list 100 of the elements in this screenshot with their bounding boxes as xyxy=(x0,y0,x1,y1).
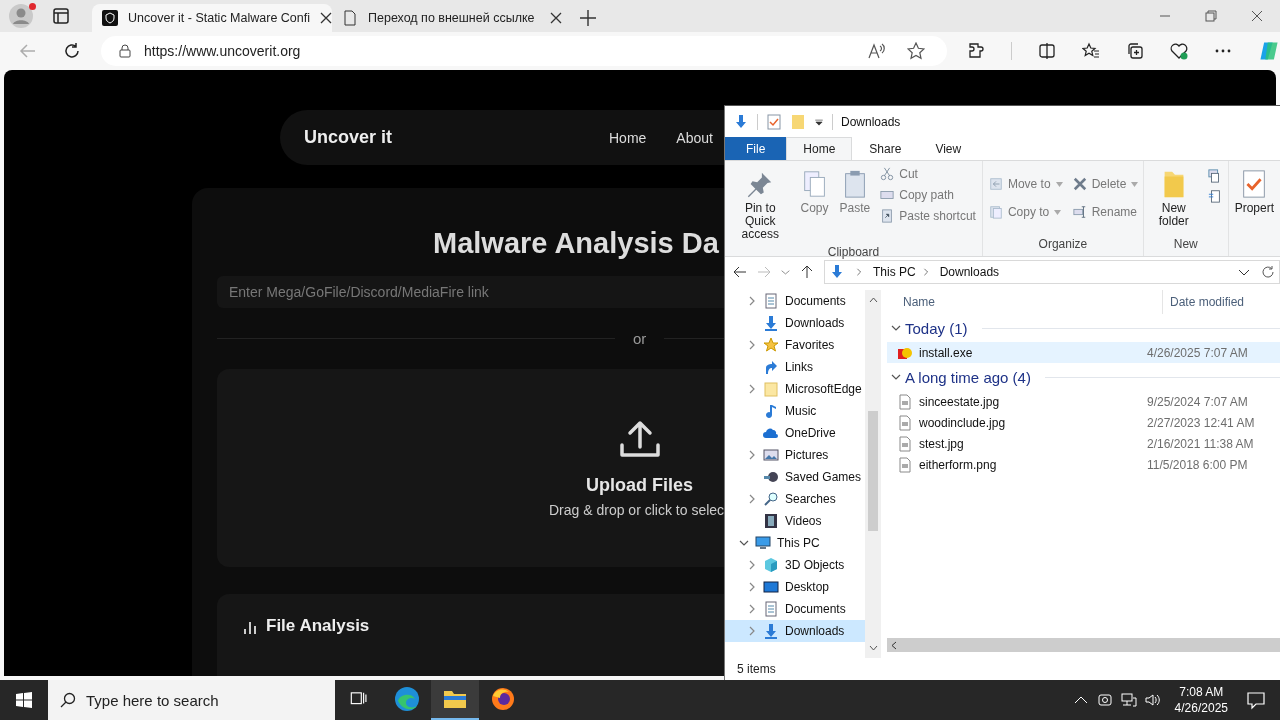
scrollbar-thumb[interactable] xyxy=(868,411,878,531)
close-icon[interactable] xyxy=(320,12,332,24)
collapse-chevron-icon[interactable] xyxy=(747,384,757,394)
music-note-icon xyxy=(763,403,779,419)
column-header[interactable]: Date modified xyxy=(1162,290,1245,314)
nav-tree-item[interactable]: MicrosoftEdge xyxy=(725,378,865,400)
file-name: install.exe xyxy=(919,345,973,360)
monitor-icon xyxy=(755,535,771,551)
scroll-down-icon[interactable] xyxy=(868,643,878,652)
scroll-up-icon[interactable] xyxy=(868,296,878,305)
profile-avatar[interactable] xyxy=(8,3,34,29)
network-icon[interactable] xyxy=(1120,692,1137,708)
nav-tree-item[interactable]: This PC xyxy=(725,532,865,554)
address-field[interactable]: This PC Downloads xyxy=(824,260,1280,284)
clock[interactable]: 7:08 AM 4/26/2025 xyxy=(1174,684,1228,716)
browser-tab[interactable]: Переход по внешней ссылке xyxy=(332,4,572,32)
file-row[interactable]: woodinclude.jpg 2/27/2023 12:41 AM xyxy=(887,412,1280,433)
firefox-icon xyxy=(490,686,516,712)
collapse-chevron-icon[interactable] xyxy=(747,626,757,636)
nav-link[interactable]: Home xyxy=(609,129,647,146)
ribbon-tab[interactable]: View xyxy=(918,137,979,160)
nav-tree-item[interactable]: Documents xyxy=(725,290,865,312)
health-heart-icon[interactable] xyxy=(1170,42,1188,60)
file-row[interactable]: eitherform.png 11/5/2018 6:00 PM xyxy=(887,454,1280,475)
ribbon-tab[interactable]: Share xyxy=(852,137,919,160)
breadcrumb-item[interactable]: Downloads xyxy=(939,265,1000,279)
collapse-chevron-icon[interactable] xyxy=(747,560,757,570)
collapse-chevron-icon[interactable] xyxy=(747,604,757,614)
file-row[interactable]: install.exe 4/26/2025 7:07 AM xyxy=(887,342,1280,363)
browser-tab[interactable]: Uncover it - Static Malware Confi xyxy=(92,4,332,32)
read-aloud-icon[interactable] xyxy=(867,42,885,60)
collections-icon[interactable] xyxy=(1126,42,1144,60)
notifications-icon[interactable] xyxy=(1246,690,1266,710)
close-icon[interactable] xyxy=(1251,10,1263,22)
camera-icon[interactable] xyxy=(1096,692,1113,708)
nav-tree-item[interactable]: Pictures xyxy=(725,444,865,466)
nav-tree-item[interactable]: Music xyxy=(725,400,865,422)
copy-to-icon xyxy=(988,205,1003,219)
speaker-icon[interactable] xyxy=(1144,692,1161,708)
path-icon xyxy=(880,188,895,202)
collapse-chevron-icon[interactable] xyxy=(747,450,757,460)
new-tab-icon[interactable] xyxy=(580,10,596,26)
image-file-icon xyxy=(897,435,913,452)
ribbon-button[interactable]: New folder xyxy=(1146,165,1201,237)
download-arrow-icon xyxy=(763,315,779,331)
nav-tree-item[interactable]: Videos xyxy=(725,510,865,532)
tab-actions-icon[interactable] xyxy=(52,7,70,25)
site-logo[interactable]: Uncover it xyxy=(304,127,394,148)
collapse-chevron-icon[interactable] xyxy=(747,340,757,350)
scroll-left-icon[interactable] xyxy=(890,640,899,650)
taskbar-app[interactable] xyxy=(431,680,479,720)
checkmark-document-icon[interactable] xyxy=(766,113,782,130)
nav-tree-item[interactable]: OneDrive xyxy=(725,422,865,444)
caret-icon xyxy=(1131,181,1139,187)
collapse-chevron-icon[interactable] xyxy=(747,494,757,504)
scrollbar[interactable] xyxy=(887,638,1280,652)
collapse-chevron-icon[interactable] xyxy=(747,296,757,306)
ribbon-button[interactable]: Propert xyxy=(1231,165,1277,256)
nav-tree-item[interactable]: Saved Games xyxy=(725,466,865,488)
file-row[interactable]: stest.jpg 2/16/2021 11:38 AM xyxy=(887,433,1280,454)
nav-tree-item[interactable]: Links xyxy=(725,356,865,378)
nav-link[interactable]: About xyxy=(676,129,713,146)
ribbon-tab[interactable]: File xyxy=(725,137,787,160)
nav-tree-item[interactable]: 3D Objects xyxy=(725,554,865,576)
page-title: Malware Analysis Da xyxy=(433,227,720,260)
group-header[interactable]: Today (1) xyxy=(905,319,968,337)
star-icon[interactable] xyxy=(907,42,925,60)
ribbon-button[interactable]: Pin to Quick access xyxy=(728,165,793,245)
link-input-field[interactable]: Enter Mega/GoFile/Discord/MediaFire link xyxy=(217,276,724,308)
back-icon[interactable] xyxy=(733,265,747,279)
file-row[interactable]: sinceestate.jpg 9/25/2024 7:07 AM xyxy=(887,391,1280,412)
nav-tree-item[interactable]: Desktop xyxy=(725,576,865,598)
split-screen-icon[interactable] xyxy=(1038,42,1056,60)
lock-icon xyxy=(118,44,132,58)
taskbar-search-field[interactable]: Type here to search xyxy=(48,680,335,720)
favorites-icon[interactable] xyxy=(1082,42,1100,60)
close-icon[interactable] xyxy=(550,12,562,24)
upload-dropzone[interactable]: Upload Files Drag & drop or click to selec xyxy=(217,369,724,567)
group-header[interactable]: A long time ago (4) xyxy=(905,368,1031,386)
nav-tree-item[interactable]: Documents xyxy=(725,598,865,620)
column-header[interactable]: Name xyxy=(887,295,1162,309)
nav-tree-item[interactable]: Favorites xyxy=(725,334,865,356)
expand-chevron-icon[interactable] xyxy=(891,372,901,382)
expand-chevron-icon[interactable] xyxy=(891,323,901,333)
nav-tree-item[interactable]: Downloads xyxy=(725,312,865,334)
collapse-chevron-icon[interactable] xyxy=(747,582,757,592)
refresh-icon[interactable] xyxy=(63,42,81,60)
address-bar[interactable]: https://www.uncoverit.org xyxy=(101,36,947,66)
restore-icon[interactable] xyxy=(1205,10,1217,22)
upload-title: Upload Files xyxy=(586,475,694,496)
up-arrow-icon[interactable] xyxy=(800,265,814,279)
nav-tree-item[interactable]: Downloads xyxy=(725,620,865,642)
breadcrumb-item[interactable]: This PC xyxy=(873,265,916,279)
extensions-icon[interactable] xyxy=(967,42,985,60)
copilot-icon[interactable] xyxy=(1258,40,1280,62)
nav-tree-item[interactable]: Searches xyxy=(725,488,865,510)
scrollbar[interactable] xyxy=(865,290,881,658)
shortcut-icon xyxy=(880,209,895,223)
ribbon-tab[interactable]: Home xyxy=(786,137,853,160)
expand-chevron-icon[interactable] xyxy=(739,538,749,548)
